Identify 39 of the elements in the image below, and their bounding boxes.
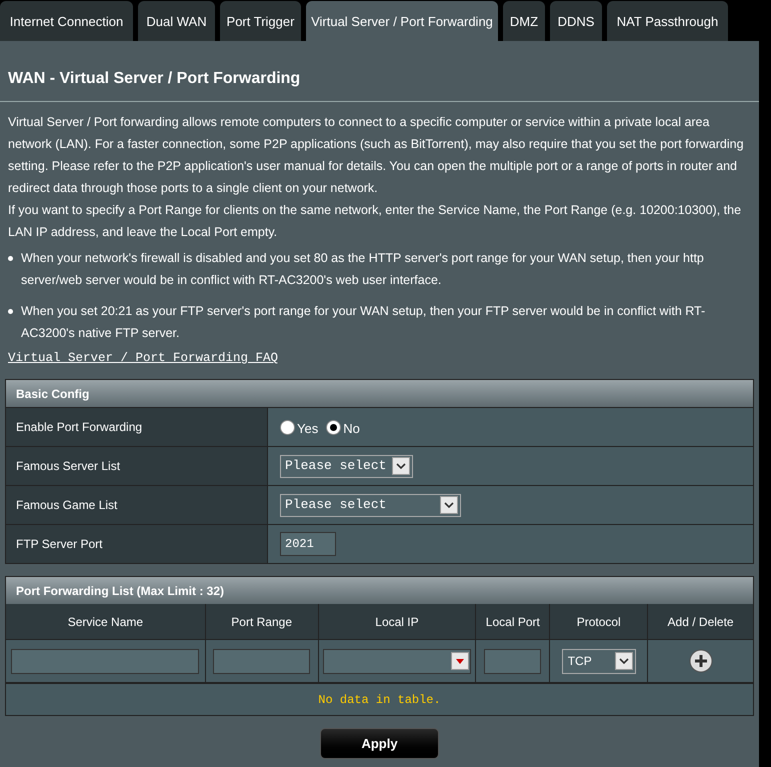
note-text: When your network's firewall is disabled and you set 80 as the HTTP server's port range for your WAN setup, then your http server/web server would be in conflict with RT-AC3200's web user interface. — [21, 250, 705, 289]
caret-icon — [440, 496, 458, 514]
radio-option[interactable]: No — [326, 420, 360, 434]
radio-option[interactable]: Yes — [280, 420, 318, 434]
tab[interactable]: Dual WAN — [138, 1, 215, 41]
dropdown[interactable]: Please select — [280, 454, 413, 478]
field-label: FTP Server Port — [16, 536, 102, 553]
dropdown[interactable]: Please select — [280, 494, 461, 516]
field-label: Famous Server List — [16, 458, 120, 475]
input-field[interactable] — [11, 648, 200, 674]
field-label: Famous Game List — [16, 497, 118, 514]
section-header: Port Forwarding List (Max Limit : 32) — [6, 577, 753, 604]
faq-link[interactable]: Virtual Server / Port Forwarding FAQ — [8, 347, 751, 369]
page-title: WAN - Virtual Server / Port Forwarding — [8, 69, 302, 89]
description-paragraph: If you want to specify a Port Range for clients on the same network, enter the Service Name, the Port Range (e.g. 10200:10300), the LAN IP address, and leave the Local Port empty. — [8, 202, 742, 241]
input-field[interactable]: 2021 — [280, 532, 336, 556]
caret-icon — [450, 652, 469, 670]
bullet-icon — [8, 309, 13, 314]
empty-message: No data in table. — [318, 692, 441, 708]
input-field[interactable] — [213, 648, 310, 674]
tab[interactable]: NAT Passthrough — [607, 1, 728, 41]
caret-icon — [614, 652, 633, 670]
tab[interactable]: DMZ — [503, 1, 545, 41]
section-header: Basic Config — [6, 380, 753, 407]
input-field[interactable] — [484, 648, 542, 674]
tab[interactable]: Internet Connection — [0, 1, 133, 41]
tab[interactable]: Port Trigger — [220, 1, 301, 41]
caret-icon — [392, 457, 410, 475]
description-paragraph: Virtual Server / Port forwarding allows remote computers to connect to a specific computer or service within a private local area network (LAN). For a faster connection, some P2P applications (such as BitTorrent), may also require that you set the port forwarding setting. Please refer to the P2P application's user manual for details. You can open the multiple port or a range of ports in router and redirect data through those ports to a single client on your network. — [8, 114, 745, 197]
add-icon[interactable] — [688, 649, 713, 673]
field-label: Enable Port Forwarding — [16, 419, 142, 436]
note-text: When you set 20:21 as your FTP server's port range for your WAN setup, then your FTP server would be in conflict with RT-AC3200's native FTP server. — [21, 303, 706, 342]
apply-button[interactable]: Apply — [320, 728, 439, 759]
tab[interactable]: DDNS — [550, 1, 602, 41]
dropdown[interactable]: TCP — [562, 648, 636, 674]
column-header: Add / Delete — [666, 614, 735, 630]
tab[interactable]: Virtual Server / Port Forwarding — [306, 1, 498, 41]
dropdown[interactable] — [322, 648, 471, 674]
bullet-icon — [8, 256, 13, 261]
